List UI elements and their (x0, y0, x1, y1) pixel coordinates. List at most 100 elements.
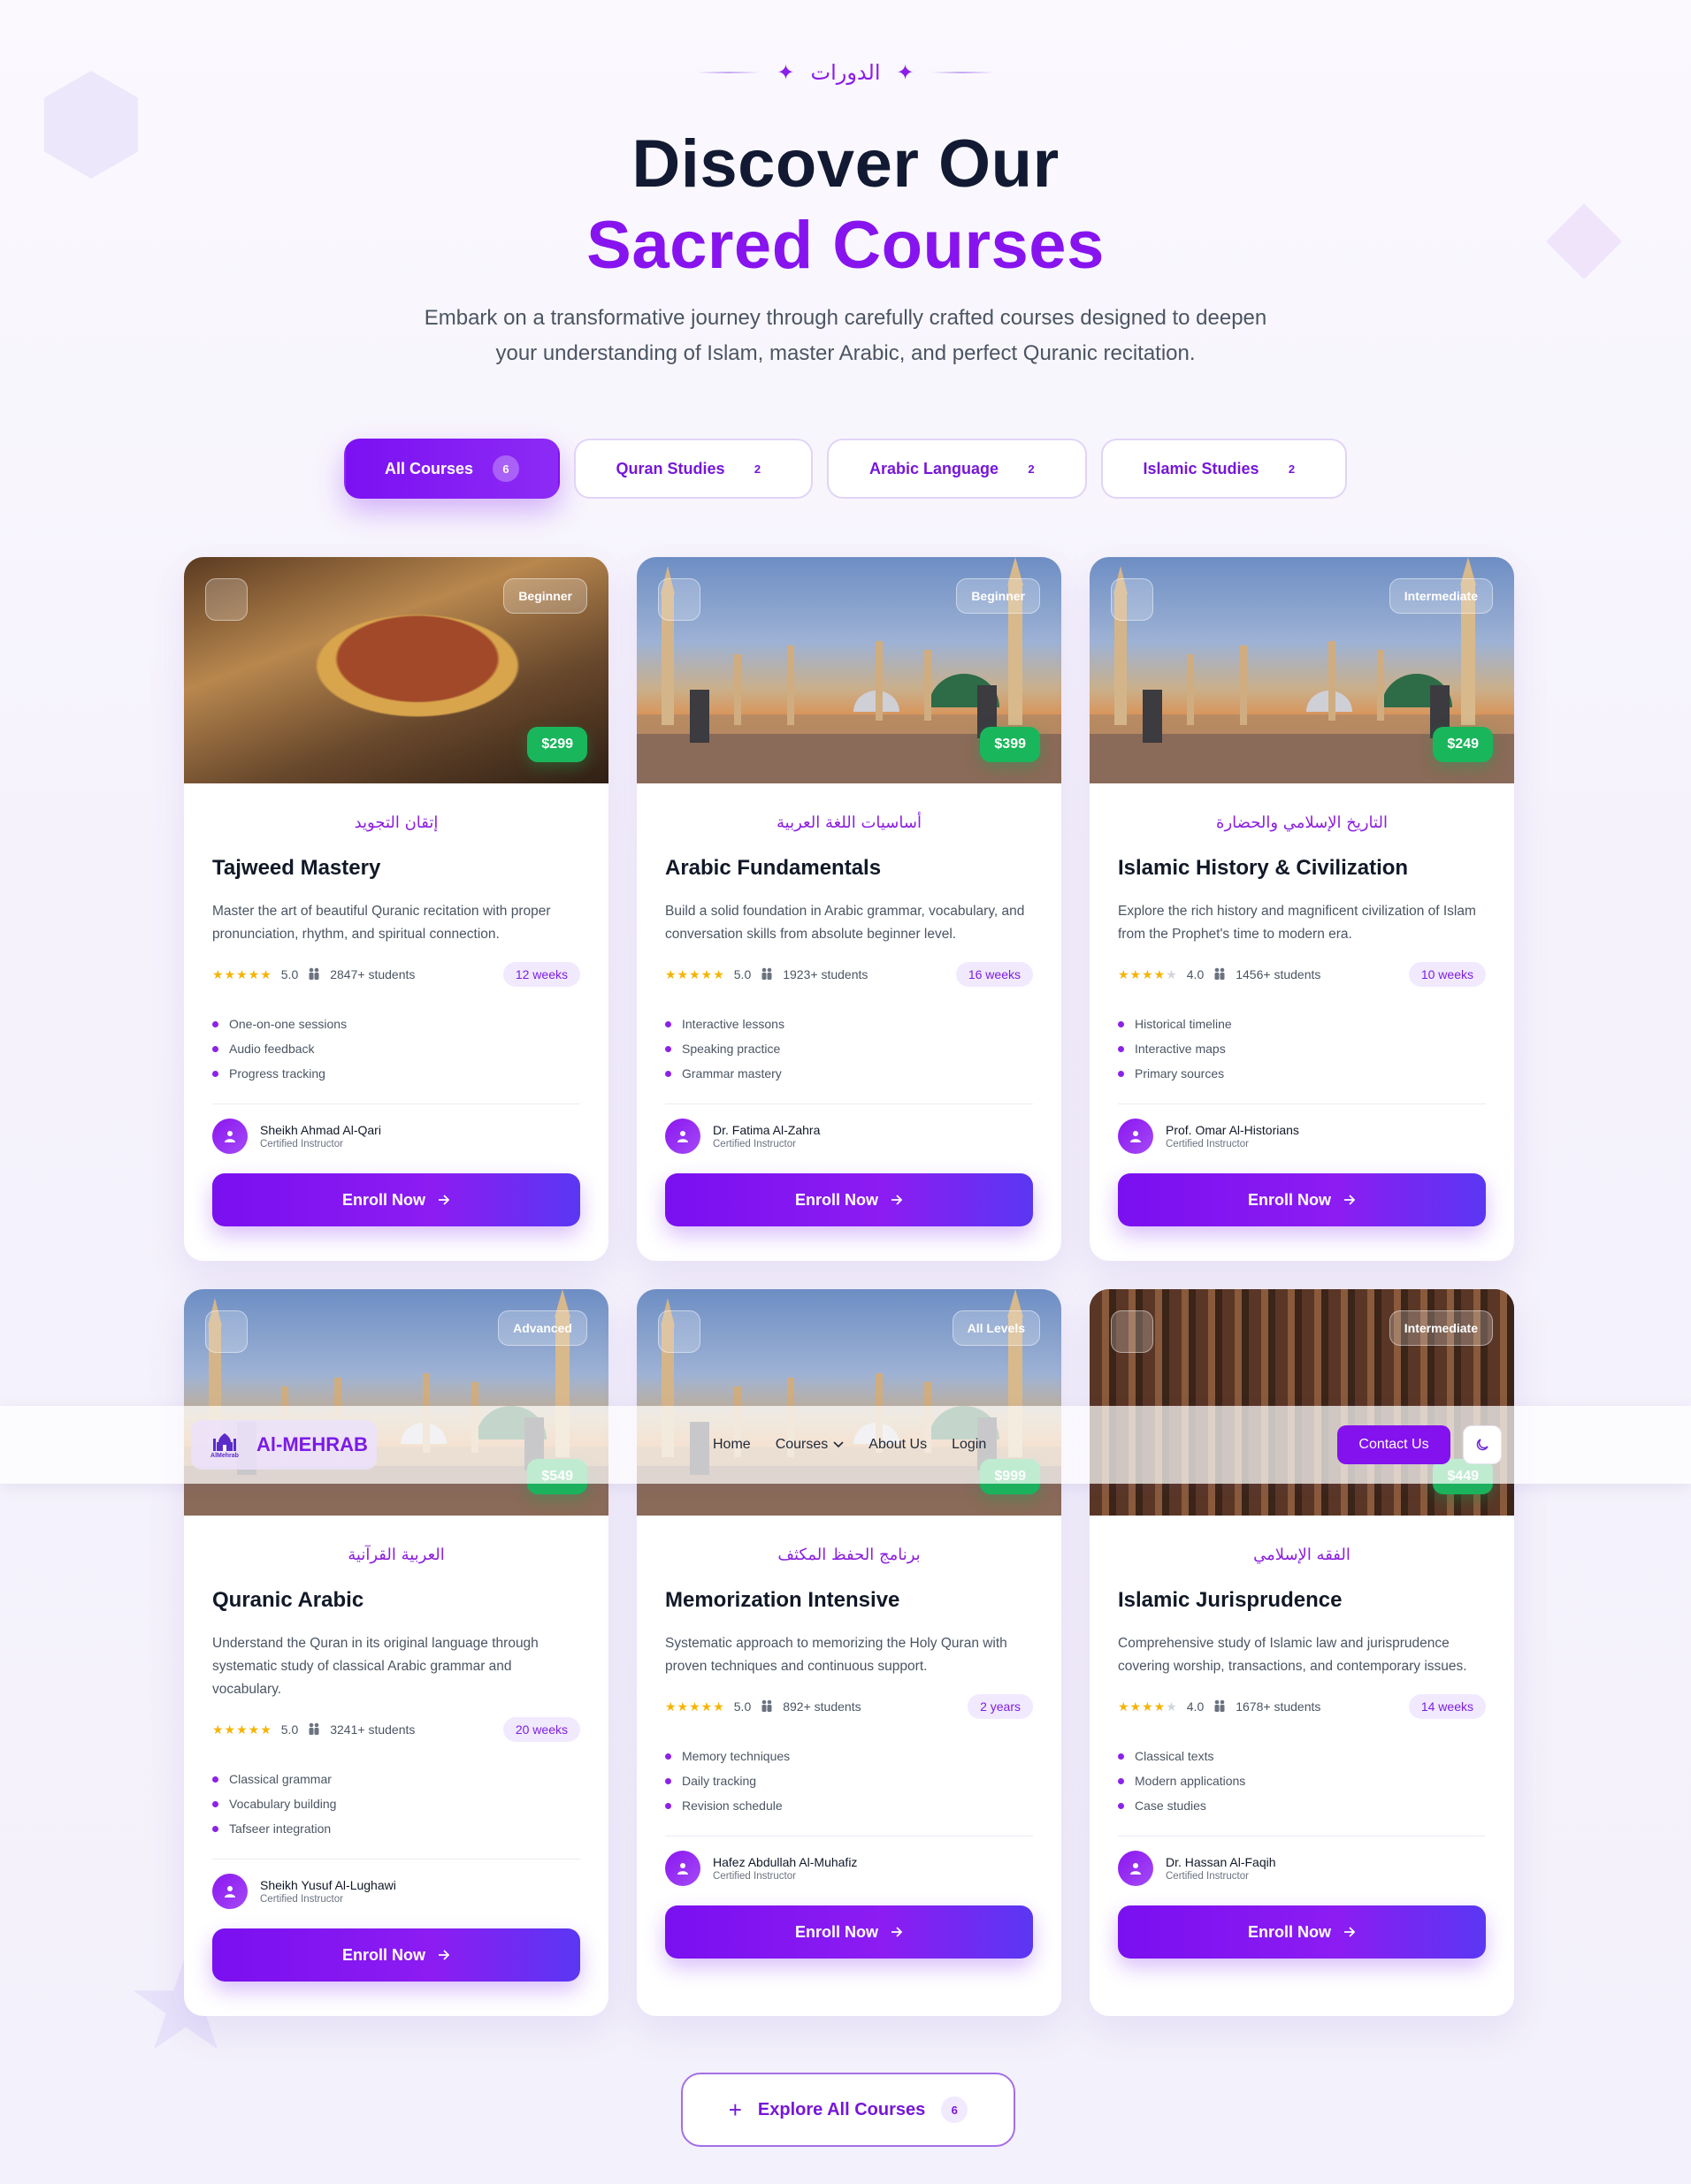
nav-home[interactable]: Home (713, 1437, 751, 1453)
course-arabic-title: إتقان التجويد (354, 813, 439, 832)
course-meta: ★★★★★ 5.0 2847+ students 12 weeks (212, 962, 580, 987)
rating-stars-icon: ★★★★★ (212, 1722, 272, 1737)
rating-stars-icon: ★★★★★ (665, 966, 725, 981)
site-logo[interactable]: AlMehrab Al-MEHRAB (191, 1420, 377, 1470)
site-navbar: AlMehrab Al-MEHRAB Home Courses About Us… (0, 1406, 1691, 1484)
students-count: 1456+ students (1236, 967, 1321, 981)
avatar (1118, 1851, 1153, 1886)
avatar (1118, 1119, 1153, 1154)
arrow-right-icon (891, 1195, 903, 1205)
course-arabic-title: العربية القرآنية (348, 1546, 445, 1564)
feature-item: Classical texts (1118, 1744, 1486, 1768)
bookmark-button[interactable] (205, 578, 248, 621)
level-badge: Intermediate (1389, 1310, 1493, 1346)
course-meta: ★★★★★ 4.0 1456+ students 10 weeks (1118, 962, 1486, 987)
course-description: Build a solid foundation in Arabic gramm… (665, 904, 1025, 942)
students-icon (1213, 1699, 1227, 1714)
duration-badge: 20 weeks (502, 1717, 580, 1742)
price-badge: $249 (1433, 727, 1493, 762)
instructor: Prof. Omar Al-Historians Certified Instr… (1118, 1119, 1486, 1154)
divider (665, 1836, 1033, 1837)
explore-all-courses-button[interactable]: + Explore All Courses 6 (681, 2073, 1015, 2147)
filter-all-courses[interactable]: All Courses 6 (344, 439, 560, 499)
arrow-right-icon (439, 1195, 450, 1205)
user-icon (225, 1131, 235, 1142)
enroll-now-button[interactable]: Enroll Now (665, 1905, 1033, 1959)
instructor-name: Dr. Fatima Al-Zahra (713, 1123, 821, 1137)
divider (1118, 1103, 1486, 1104)
enroll-now-button[interactable]: Enroll Now (212, 1928, 580, 1982)
course-card: Advanced $549 العربية القرآنية Quranic A… (184, 1289, 608, 2016)
instructor-role: Certified Instructor (713, 1871, 796, 1882)
filter-islamic-studies[interactable]: Islamic Studies 2 (1101, 439, 1347, 499)
filter-quran-studies[interactable]: Quran Studies 2 (574, 439, 813, 499)
filter-label: All Courses (384, 459, 474, 477)
duration-badge: 12 weeks (502, 962, 580, 987)
bookmark-button[interactable] (658, 1310, 700, 1353)
course-card: Beginner $399 أساسيات اللغة العربية Arab… (637, 557, 1061, 1261)
avatar (212, 1119, 248, 1154)
filter-label: Islamic Studies (1143, 459, 1259, 477)
course-card: Intermediate $249 التاريخ الإسلامي والحض… (1090, 557, 1514, 1261)
page-title-line1: Discover Our (631, 126, 1060, 202)
sparkle-icon: ✦ (896, 60, 914, 85)
course-meta: ★★★★★ 4.0 1678+ students 14 weeks (1118, 1694, 1486, 1719)
instructor-role: Certified Instructor (713, 1139, 796, 1149)
divider (1118, 1836, 1486, 1837)
feature-item: Historical timeline (1118, 1012, 1486, 1036)
feature-item: Daily tracking (665, 1768, 1033, 1793)
enroll-now-button[interactable]: Enroll Now (665, 1173, 1033, 1226)
arrow-right-icon (1344, 1927, 1356, 1937)
enroll-now-button[interactable]: Enroll Now (1118, 1173, 1486, 1226)
feature-list: Memory techniques Daily tracking Revision … (665, 1744, 1033, 1818)
students-icon (760, 1699, 774, 1714)
feature-item: Revision schedule (665, 1793, 1033, 1818)
course-title[interactable]: Islamic Jurisprudence (1118, 1588, 1486, 1613)
tag-line-left (697, 72, 761, 73)
theme-toggle-button[interactable] (1463, 1425, 1502, 1464)
feature-item: Speaking practice (665, 1036, 1033, 1061)
price-badge: $299 (527, 727, 587, 762)
logo-mark-text: AlMehrab (210, 1452, 239, 1459)
course-arabic-title: الفقه الإسلامي (1253, 1546, 1351, 1564)
course-title[interactable]: Islamic History & Civilization (1118, 856, 1486, 881)
enroll-now-button[interactable]: Enroll Now (212, 1173, 580, 1226)
nav-courses[interactable]: Courses (776, 1437, 845, 1453)
course-title[interactable]: Arabic Fundamentals (665, 856, 1033, 881)
filter-arabic-language[interactable]: Arabic Language 2 (827, 439, 1087, 499)
page-lead: Embark on a transformative journey throu… (424, 306, 1267, 365)
bookmark-button[interactable] (1111, 1310, 1153, 1353)
filter-count-badge: 2 (1028, 462, 1035, 476)
bookmark-button[interactable] (1111, 578, 1153, 621)
instructor-name: Sheikh Ahmad Al-Qari (260, 1123, 381, 1137)
course-title[interactable]: Tajweed Mastery (212, 856, 580, 881)
course-description: Comprehensive study of Islamic law and j… (1118, 1636, 1467, 1674)
course-title[interactable]: Memorization Intensive (665, 1588, 1033, 1613)
course-title[interactable]: Quranic Arabic (212, 1588, 580, 1613)
tag-line-right (930, 72, 994, 73)
price-badge: $399 (980, 727, 1040, 762)
bookmark-button[interactable] (658, 578, 700, 621)
filter-label: Quran Studies (616, 459, 725, 477)
explore-label: Explore All Courses (757, 2099, 926, 2119)
nav-login[interactable]: Login (952, 1437, 986, 1453)
course-card: Intermediate $449 الفقه الإسلامي Islamic… (1090, 1289, 1514, 2016)
rating-stars-icon: ★★★★★ (1118, 966, 1178, 981)
contact-us-button[interactable]: Contact Us (1337, 1425, 1450, 1464)
feature-item: Interactive lessons (665, 1012, 1033, 1036)
nav-about-label: About Us (868, 1437, 928, 1452)
course-grid: Beginner $299 إتقان التجويد Tajweed Mast… (184, 557, 1514, 2016)
students-count: 3241+ students (330, 1722, 416, 1737)
rating-value: 4.0 (1186, 1699, 1205, 1714)
instructor-name: Sheikh Yusuf Al-Lughawi (260, 1878, 396, 1892)
nav-about[interactable]: About Us (868, 1437, 927, 1453)
enroll-now-button[interactable]: Enroll Now (1118, 1905, 1486, 1959)
bookmark-button[interactable] (205, 1310, 248, 1353)
course-image: Beginner $399 (637, 557, 1061, 783)
students-count: 892+ students (783, 1699, 861, 1714)
rating-value: 5.0 (280, 1722, 299, 1737)
duration-badge: 2 years (968, 1694, 1033, 1719)
page-title: Discover Our Sacred Courses (0, 124, 1691, 286)
feature-list: Historical timeline Interactive maps Prima… (1118, 1012, 1486, 1086)
instructor: Sheikh Yusuf Al-Lughawi Certified Instru… (212, 1874, 580, 1909)
